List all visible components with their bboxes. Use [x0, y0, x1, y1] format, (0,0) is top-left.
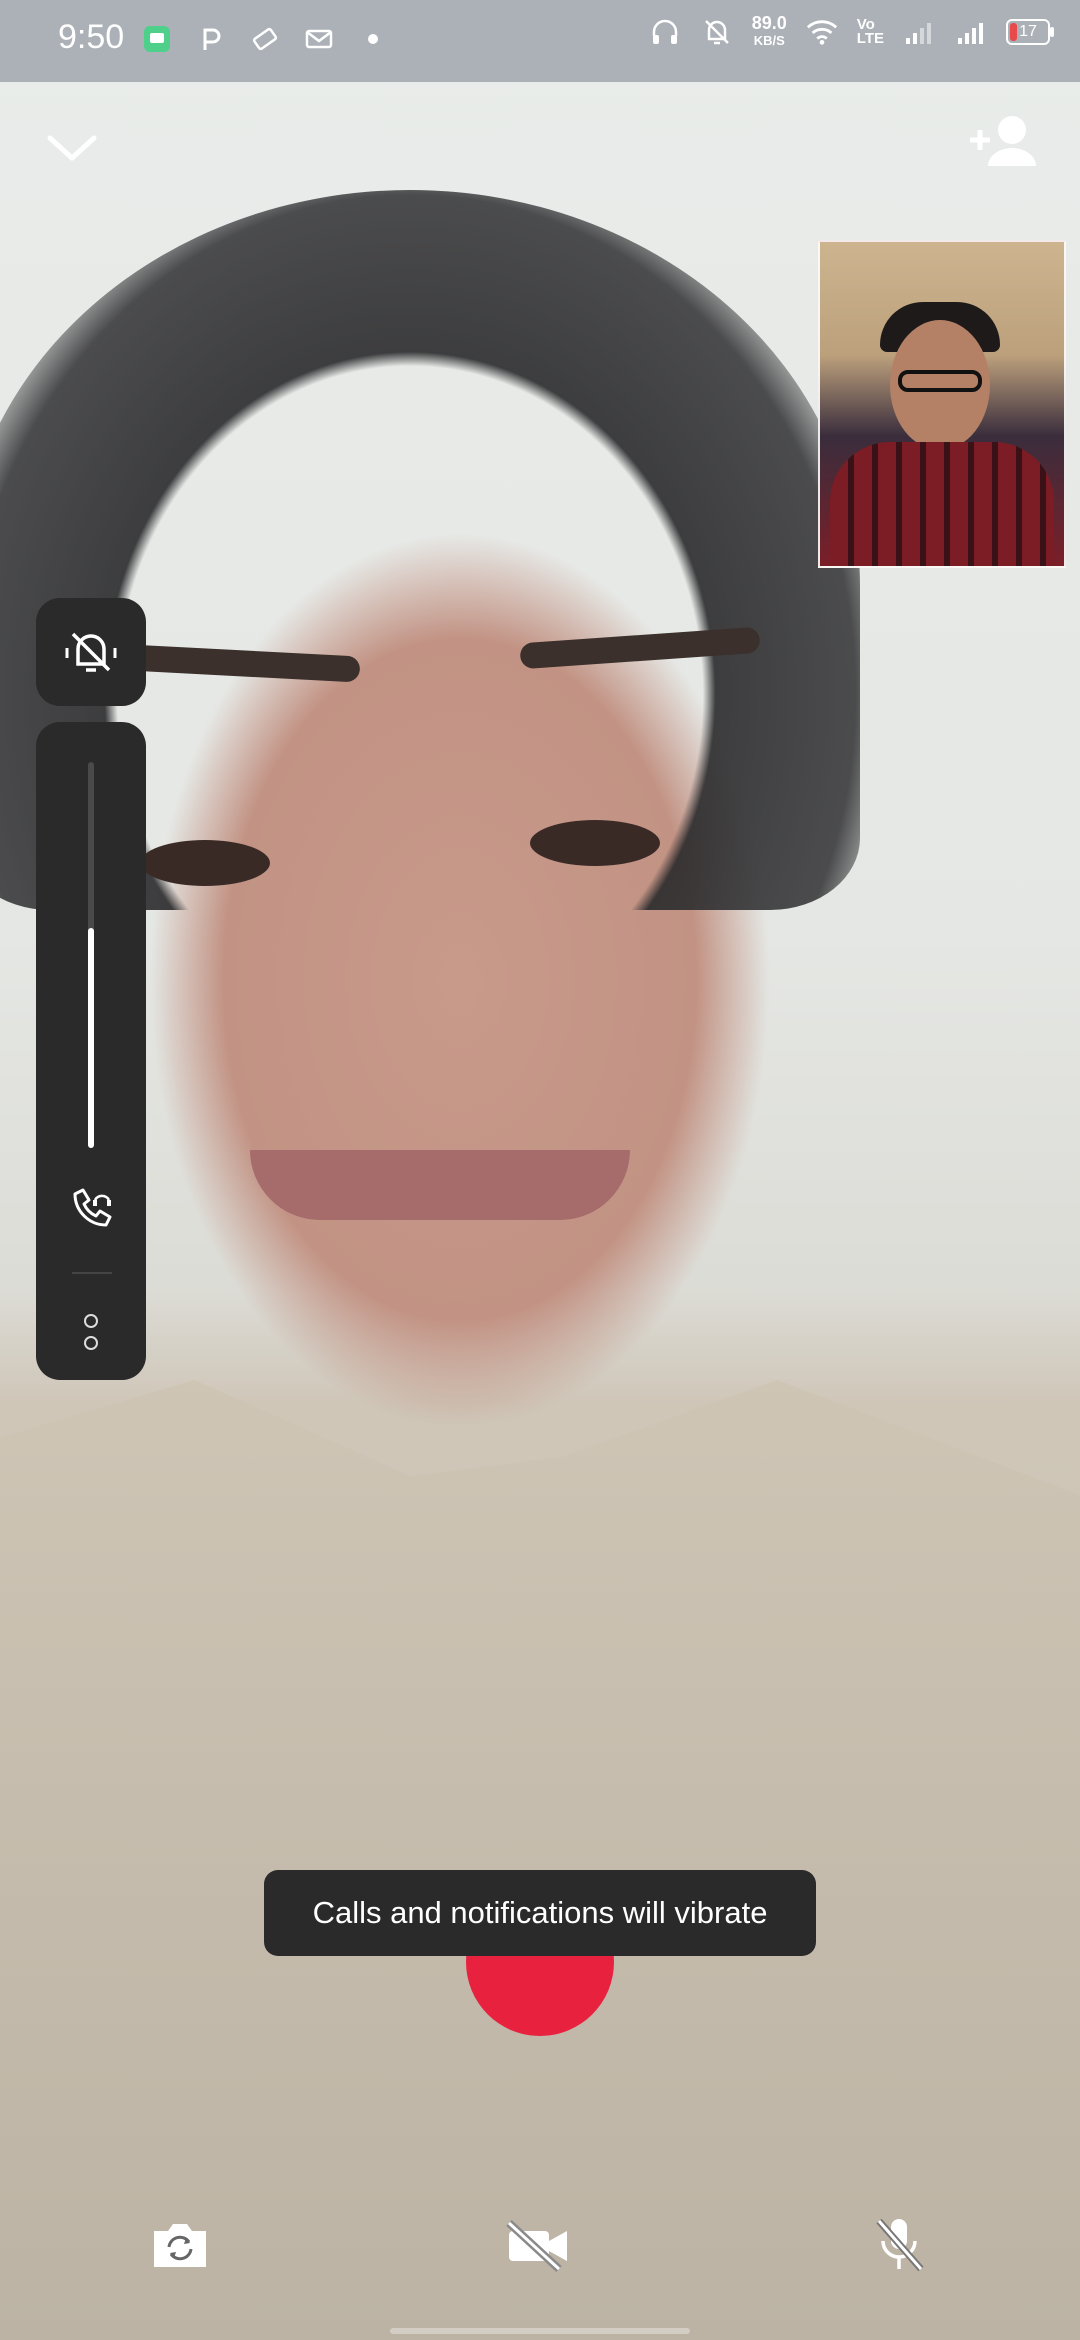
remote-eye: [140, 840, 270, 886]
status-bar: 9:50 89.0 KB/S Vo LTE 17: [0, 0, 1080, 82]
volte-label: LTE: [856, 30, 884, 47]
panel-divider: [72, 1272, 112, 1274]
p-app-icon: [194, 22, 228, 56]
wifi-icon: [805, 15, 839, 49]
more-options-icon: [84, 1336, 98, 1350]
add-participant-button[interactable]: [964, 110, 1044, 180]
remote-eye: [530, 820, 660, 866]
video-toggle-button[interactable]: [503, 2210, 573, 2280]
status-time: 9:50: [58, 18, 125, 56]
phone-headset-icon: [73, 1188, 112, 1227]
ringer-mode-button[interactable]: [36, 598, 146, 706]
self-shirt: [830, 442, 1054, 566]
add-person-icon: [970, 116, 1036, 166]
self-video-preview[interactable]: [818, 240, 1066, 568]
chevron-down-icon: [47, 135, 97, 161]
bell-off-icon: [700, 15, 734, 49]
dot-icon: [356, 22, 390, 56]
video-off-icon: [506, 2220, 567, 2272]
remote-mouth: [250, 1150, 630, 1220]
network-speed-value: 89.0: [751, 13, 787, 33]
home-indicator[interactable]: [390, 2328, 690, 2334]
flip-camera-button[interactable]: [145, 2210, 215, 2280]
network-speed: 89.0 KB/S: [752, 14, 787, 50]
system-icons: 89.0 KB/S Vo LTE 17: [648, 14, 1054, 50]
volte-indicator: Vo LTE: [856, 17, 884, 47]
flip-camera-icon: [154, 2224, 206, 2267]
signal-icon: [954, 15, 988, 49]
toast-message: Calls and notifications will vibrate: [264, 1870, 816, 1956]
network-speed-unit: KB/S: [753, 33, 785, 48]
notification-icons: [140, 22, 390, 56]
self-glasses: [898, 370, 982, 392]
mic-off-icon: [876, 2218, 924, 2272]
more-options-icon: [84, 1314, 98, 1328]
chat-app-icon: [140, 22, 174, 56]
signal-icon: [902, 15, 936, 49]
mute-mic-button[interactable]: [864, 2210, 934, 2280]
volume-slider[interactable]: [88, 762, 94, 1148]
bell-off-icon: [65, 632, 117, 672]
headphones-icon: [648, 15, 682, 49]
tag-icon: [248, 22, 282, 56]
volume-panel: [36, 722, 146, 1380]
battery-indicator: 17: [1006, 19, 1054, 45]
mail-icon: [302, 22, 336, 56]
battery-fill: [1010, 23, 1017, 41]
call-toolbar: [0, 2180, 1080, 2340]
volume-more-options-button[interactable]: [71, 1302, 111, 1362]
battery-level: 17: [1019, 23, 1037, 40]
collapse-call-button[interactable]: [42, 118, 102, 178]
call-volume-button[interactable]: [67, 1184, 117, 1234]
volume-slider-fill: [88, 928, 94, 1148]
